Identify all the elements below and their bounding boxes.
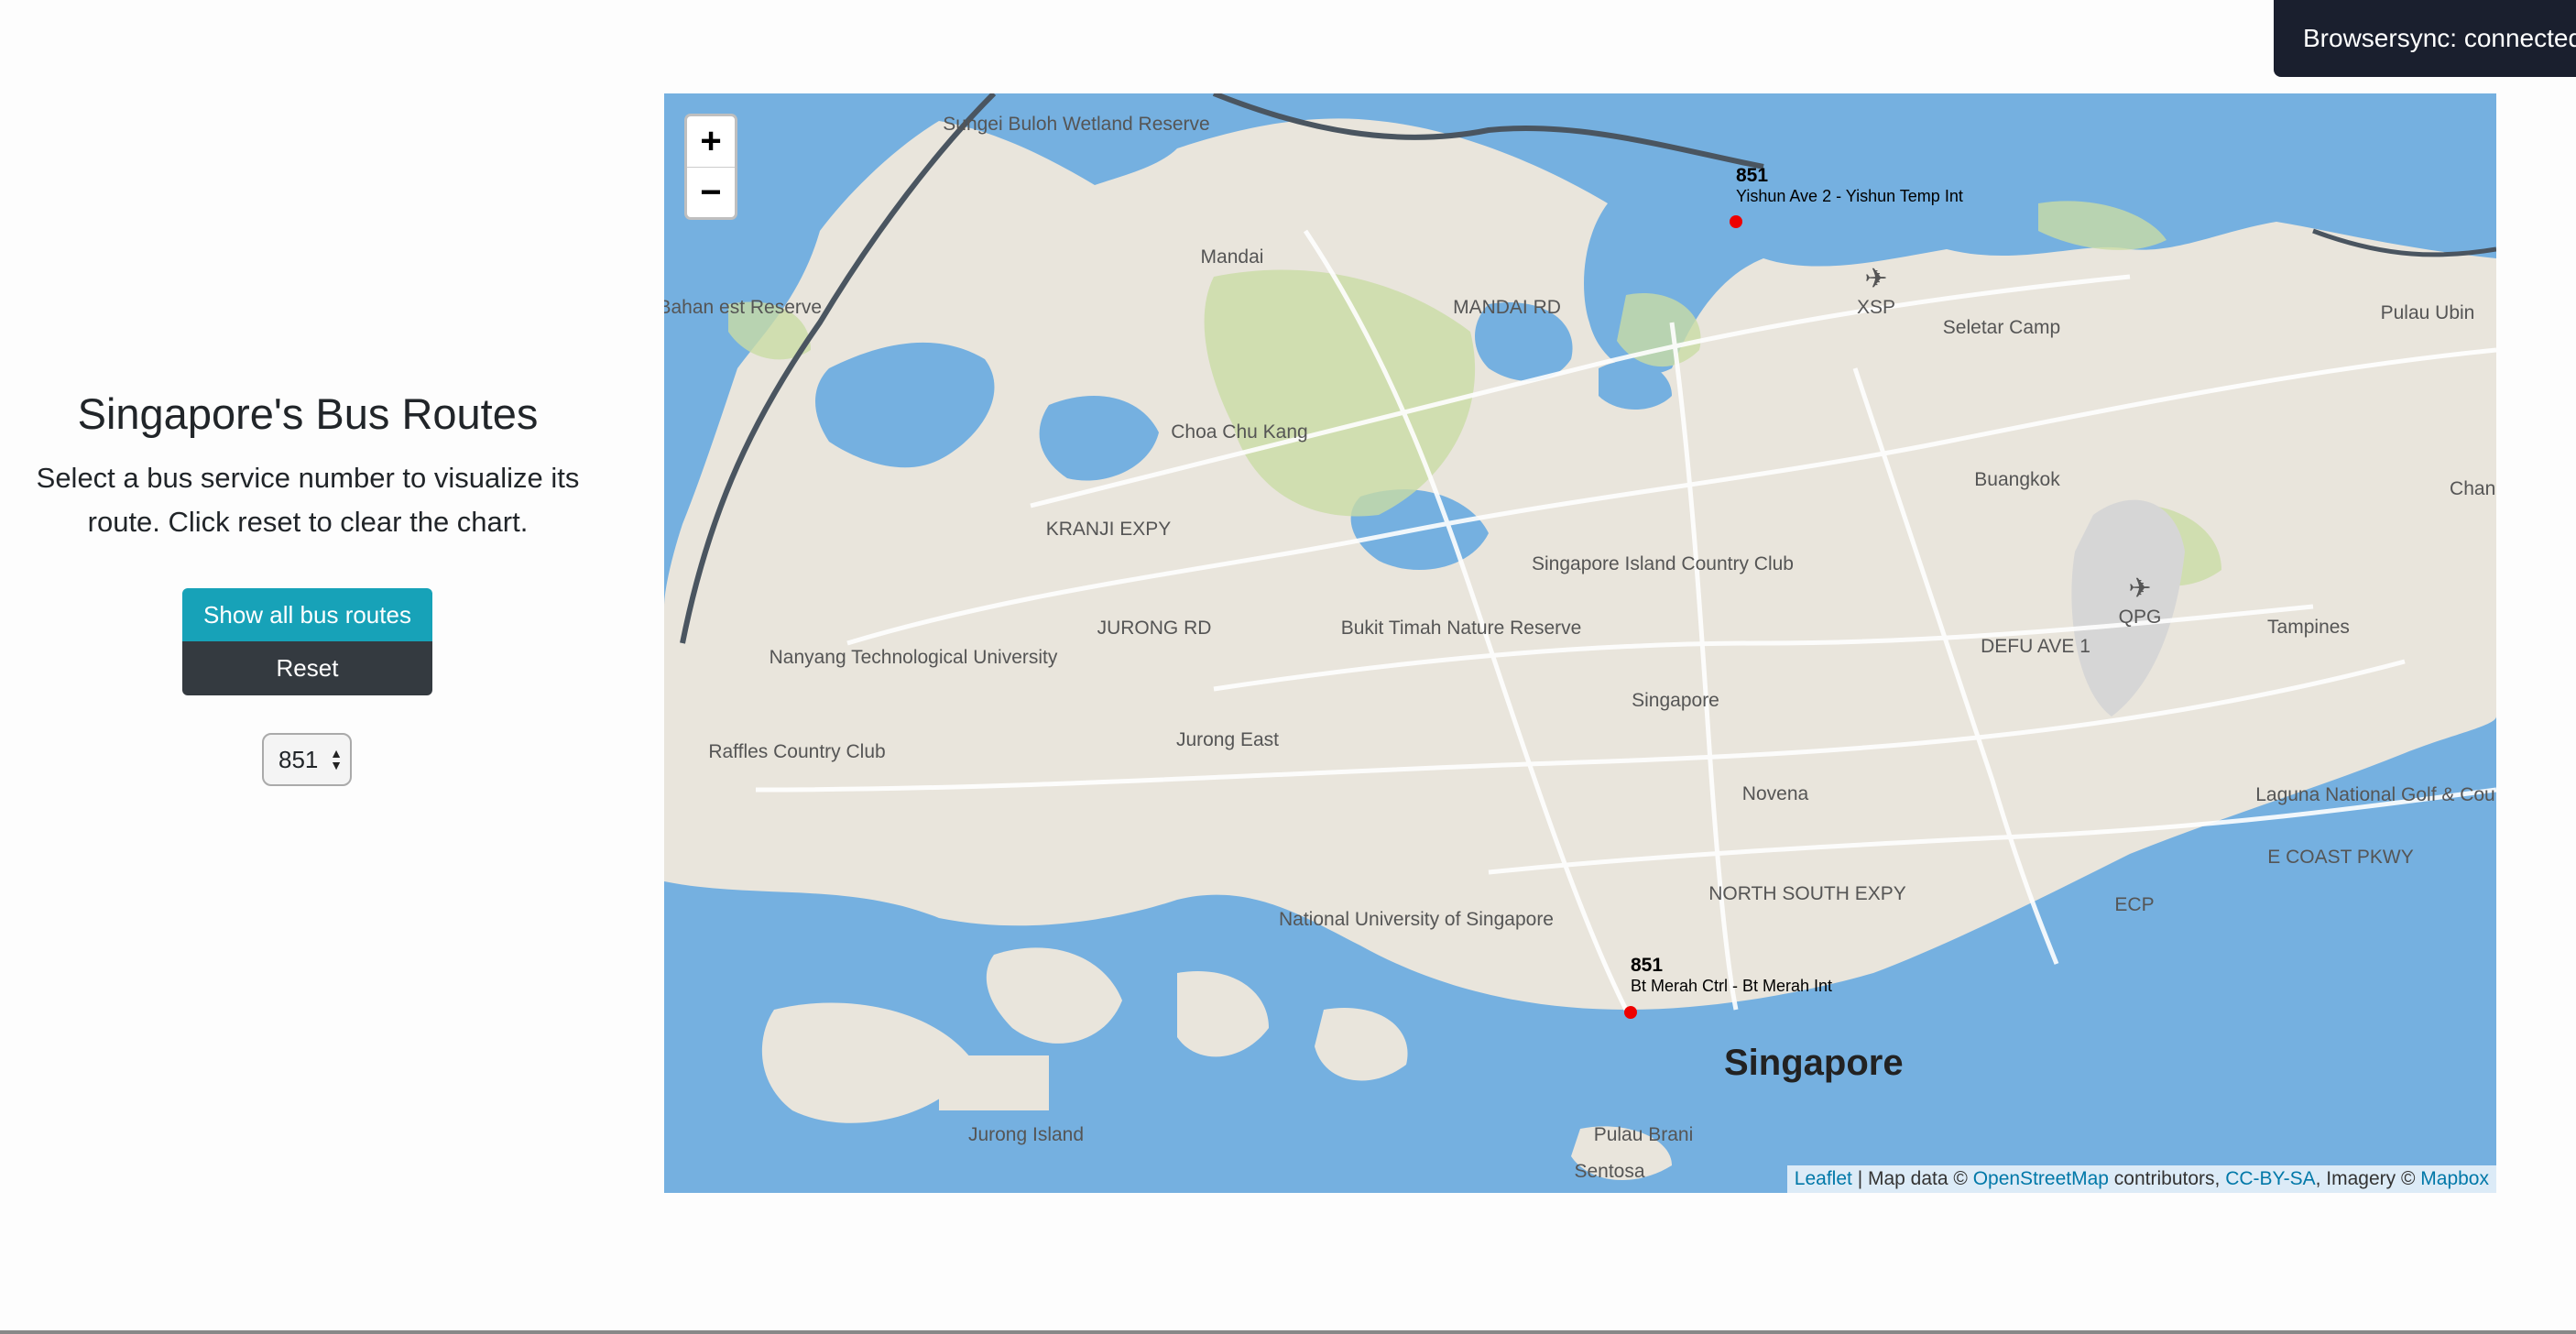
- bus-stop-marker[interactable]: [1624, 1006, 1637, 1019]
- place-label: Tampines: [2267, 617, 2350, 638]
- page-description: Select a bus service number to visualize…: [36, 462, 580, 538]
- mapbox-link[interactable]: Mapbox: [2420, 1168, 2489, 1189]
- license-link[interactable]: CC-BY-SA: [2225, 1168, 2315, 1189]
- bus-stop-name: Bt Merah Ctrl - Bt Merah Int: [1631, 977, 1833, 995]
- attribution-text: , Imagery ©: [2315, 1168, 2421, 1189]
- place-label: Pulau Brani: [1594, 1124, 1694, 1145]
- place-label: Jurong Island: [968, 1124, 1084, 1145]
- browsersync-text: Browsersync: connected: [2303, 24, 2576, 52]
- browsersync-notification: Browsersync: connected: [2274, 0, 2576, 77]
- place-label: Nanyang Technological University: [770, 647, 1058, 668]
- page-bottom-border: [0, 1330, 2576, 1334]
- place-label: Pulau Ubin: [2381, 302, 2475, 323]
- place-label: Singapore: [1632, 690, 1719, 711]
- place-label: Sungei Buloh Wetland Reserve: [943, 114, 1209, 135]
- place-label: DEFU AVE 1: [1981, 636, 2090, 657]
- control-panel: Singapore's Bus Routes Select a bus serv…: [0, 0, 616, 1334]
- place-label: JURONG RD: [1097, 618, 1212, 639]
- attribution-text: | Map data ©: [1851, 1168, 1973, 1189]
- bus-stop-service: 851: [1631, 955, 1664, 976]
- map-tiles: Sungei Buloh Wetland Reserve Mandai XSP …: [664, 93, 2496, 1193]
- openstreetmap-link[interactable]: OpenStreetMap: [1973, 1168, 2109, 1189]
- place-label: Mandai: [1201, 246, 1264, 268]
- bus-stop-service: 851: [1736, 165, 1769, 186]
- place-label: Buangkok: [1974, 469, 2060, 490]
- place-label: Seletar Camp: [1943, 317, 2060, 338]
- airport-icon: ✈: [1864, 264, 1887, 294]
- select-arrows-icon: ▲ ▼: [330, 746, 343, 772]
- zoom-out-button[interactable]: −: [687, 168, 735, 218]
- city-label: Singapore: [1724, 1043, 1904, 1083]
- place-label: ECP: [2114, 894, 2154, 915]
- place-label: National University of Singapore: [1279, 909, 1554, 930]
- map-view[interactable]: Sungei Buloh Wetland Reserve Mandai XSP …: [664, 93, 2496, 1193]
- bus-stop-marker[interactable]: [1730, 215, 1742, 228]
- place-label: XSP: [1857, 297, 1895, 318]
- place-label: KRANJI EXPY: [1046, 519, 1172, 540]
- place-label: Jurong East: [1176, 729, 1279, 750]
- place-label: ngai Bahan est Reserve: [664, 297, 822, 318]
- zoom-control: + −: [684, 114, 737, 220]
- place-label: NORTH SOUTH EXPY: [1708, 883, 1905, 904]
- place-label: Chang: [2450, 478, 2496, 499]
- place-label: Raffles Country Club: [708, 741, 885, 762]
- bus-stop-name: Yishun Ave 2 - Yishun Temp Int: [1736, 187, 1963, 205]
- reset-button[interactable]: Reset: [182, 641, 432, 695]
- bus-stop-label: 851 Yishun Ave 2 - Yishun Temp Int: [1736, 165, 1963, 206]
- bus-service-select-value: 851: [278, 745, 319, 773]
- place-label: MANDAI RD: [1453, 297, 1561, 318]
- map-attribution: Leaflet | Map data © OpenStreetMap contr…: [1786, 1165, 2496, 1193]
- place-label: E COAST PKWY: [2267, 847, 2413, 868]
- page-title: Singapore's Bus Routes: [77, 389, 539, 438]
- place-label: QPG: [2119, 607, 2162, 628]
- place-label: Bukit Timah Nature Reserve: [1341, 618, 1582, 639]
- place-label: Choa Chu Kang: [1171, 421, 1307, 443]
- bus-stop-label: 851 Bt Merah Ctrl - Bt Merah Int: [1631, 955, 1832, 996]
- airport-icon: ✈: [2128, 574, 2151, 604]
- place-label: Sentosa: [1574, 1161, 1644, 1182]
- show-all-routes-button[interactable]: Show all bus routes: [182, 588, 432, 641]
- zoom-in-button[interactable]: +: [687, 116, 735, 168]
- bus-service-select[interactable]: 851 ▲ ▼: [262, 733, 352, 786]
- place-label: Singapore Island Country Club: [1532, 553, 1794, 574]
- attribution-text: contributors,: [2108, 1168, 2226, 1189]
- place-label: Novena: [1742, 783, 1809, 804]
- place-label: Laguna National Golf & Country Club: [2255, 784, 2496, 805]
- leaflet-link[interactable]: Leaflet: [1795, 1168, 1852, 1189]
